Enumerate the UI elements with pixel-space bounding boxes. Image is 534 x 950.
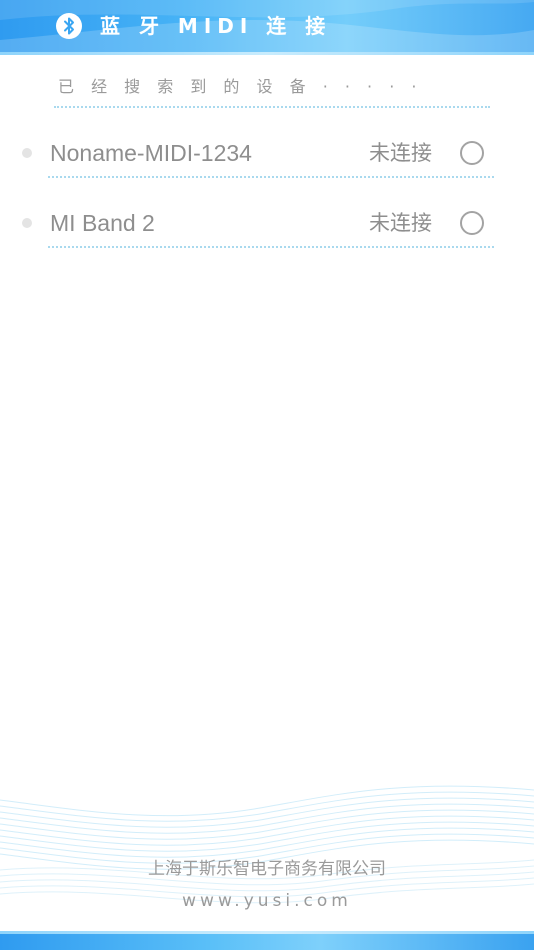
device-row[interactable]: MI Band 2 未连接 bbox=[0, 188, 534, 258]
website-url: www.yusi.com bbox=[182, 891, 352, 911]
bottom-bar bbox=[0, 934, 534, 950]
title-bar: 蓝 牙 MIDI 连 接 bbox=[0, 0, 534, 52]
row-divider bbox=[48, 246, 494, 248]
connect-radio[interactable] bbox=[460, 141, 484, 165]
bullet-icon bbox=[22, 218, 32, 228]
device-row[interactable]: Noname-MIDI-1234 未连接 bbox=[0, 118, 534, 188]
connection-status: 未连接 bbox=[369, 141, 432, 165]
connection-status: 未连接 bbox=[369, 211, 432, 235]
bluetooth-icon bbox=[56, 13, 82, 39]
found-devices-label: 已 经 搜 索 到 的 设 备 · · · · · bbox=[58, 77, 423, 96]
header-divider bbox=[0, 52, 534, 55]
device-name: MI Band 2 bbox=[50, 210, 155, 236]
connect-radio[interactable] bbox=[460, 211, 484, 235]
section-divider bbox=[54, 106, 490, 108]
device-name: Noname-MIDI-1234 bbox=[50, 140, 252, 166]
row-divider bbox=[48, 176, 494, 178]
page-title: 蓝 牙 MIDI 连 接 bbox=[100, 14, 332, 38]
bullet-icon bbox=[22, 148, 32, 158]
company-name: 上海于斯乐智电子商务有限公司 bbox=[148, 859, 386, 879]
